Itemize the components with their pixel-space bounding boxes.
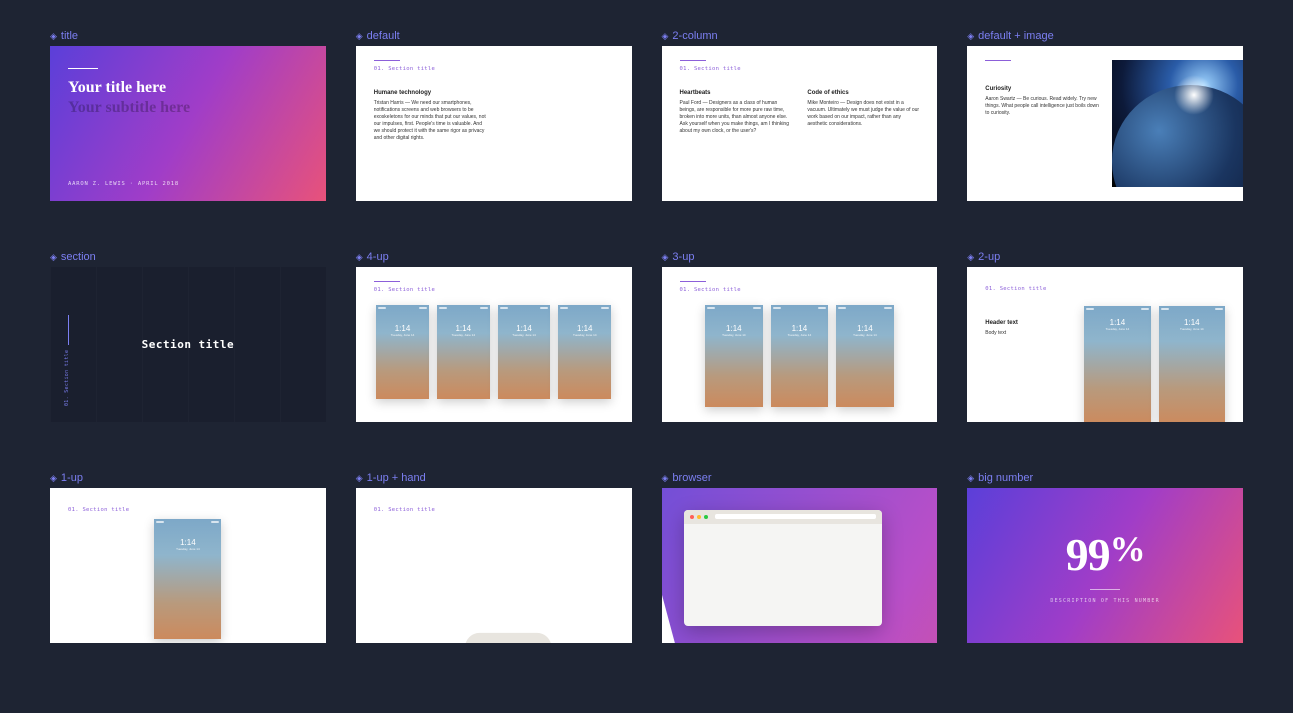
hand-wrap	[374, 513, 614, 643]
phones-row: 1:14Tuesday, June 14 1:14Tuesday, June 1…	[680, 305, 920, 412]
vert-rule	[68, 315, 69, 345]
frame-label: 3-up	[662, 251, 938, 263]
phone-screenshot: 1:14Tuesday, June 14	[154, 519, 221, 638]
section-title: 01. Section title	[680, 287, 920, 293]
frame-label: 1-up	[50, 472, 326, 484]
title-heading: Your title here	[68, 79, 308, 97]
slide-2-column[interactable]: 01. Section title Heartbeats Paul Ford —…	[662, 46, 938, 201]
url-bar	[715, 514, 877, 519]
section-title: 01. Section title	[374, 287, 614, 293]
title-subtitle: Your subtitle here	[68, 99, 308, 117]
body-block: Humane technology Tristan Harris — We ne…	[374, 90, 614, 142]
col2-body: Mike Monteiro — Design does not exist in…	[807, 100, 919, 128]
frames-grid: title Your title here Your subtitle here…	[50, 30, 1243, 643]
column-1: Heartbeats Paul Ford — Designers as a cl…	[680, 90, 792, 135]
phone-screenshot: 1:14Tuesday, June 14	[1159, 306, 1225, 422]
center-row: 1:14Tuesday, June 14	[68, 519, 308, 638]
slide-3-up[interactable]: 01. Section title 1:14Tuesday, June 14 1…	[662, 267, 938, 422]
phone-screenshot: 1:14Tuesday, June 14	[558, 305, 611, 399]
phones-row: 1:14Tuesday, June 14 1:14Tuesday, June 1…	[374, 305, 614, 412]
slide-section[interactable]: 01. Section title Section title	[50, 267, 326, 422]
title-rule	[68, 68, 98, 69]
section-accent	[374, 281, 400, 282]
frame-title[interactable]: title Your title here Your subtitle here…	[50, 30, 326, 201]
frame-default[interactable]: default 01. Section title Humane technol…	[356, 30, 632, 201]
big-number-rule	[1090, 589, 1120, 590]
traffic-light-minimize-icon	[697, 515, 701, 519]
phones-col: 1:14Tuesday, June 14 1:14Tuesday, June 1…	[1081, 306, 1225, 422]
slide-1-up[interactable]: 01. Section title 1:14Tuesday, June 14	[50, 488, 326, 643]
frame-4-up[interactable]: 4-up 01. Section title 1:14Tuesday, June…	[356, 251, 632, 422]
frame-label: section	[50, 251, 326, 263]
big-number-value: 99%	[1066, 528, 1145, 581]
text-col: Header text Body text	[985, 306, 1064, 422]
traffic-light-zoom-icon	[704, 515, 708, 519]
slide-4-up[interactable]: 01. Section title 1:14Tuesday, June 14 1…	[356, 267, 632, 422]
frame-label: default + image	[967, 30, 1243, 42]
frame-2-up[interactable]: 2-up 01. Section title Header text Body …	[967, 251, 1243, 422]
slide-browser[interactable]	[662, 488, 938, 643]
phone-screenshot: 1:14Tuesday, June 14	[498, 305, 551, 399]
frame-section[interactable]: section 01. Section title Section title	[50, 251, 326, 422]
frame-label: big number	[967, 472, 1243, 484]
big-number-desc: DESCRIPTION OF THIS NUMBER	[1050, 598, 1159, 604]
col2-heading: Code of ethics	[807, 90, 919, 96]
title-meta: AARON Z. LEWIS · APRIL 2018	[68, 181, 308, 187]
slide-big-number[interactable]: 99% DESCRIPTION OF THIS NUMBER	[967, 488, 1243, 643]
grid-lines	[50, 267, 326, 422]
frame-1-up[interactable]: 1-up 01. Section title 1:14Tuesday, June…	[50, 472, 326, 643]
column-2: Code of ethics Mike Monteiro — Design do…	[807, 90, 919, 135]
phone-screenshot: 1:14Tuesday, June 14	[771, 305, 829, 407]
phone-screenshot: 1:14Tuesday, June 14	[1084, 306, 1150, 422]
left-text-col: Curiosity Aaron Swartz — Be curious. Rea…	[985, 60, 1103, 187]
body-text: Aaron Swartz — Be curious. Read widely. …	[985, 96, 1103, 117]
slide-1-up-hand[interactable]: 01. Section title	[356, 488, 632, 643]
vert-label: 01. Section title	[64, 350, 70, 406]
frame-3-up[interactable]: 3-up 01. Section title 1:14Tuesday, June…	[662, 251, 938, 422]
phone-screenshot: 1:14Tuesday, June 14	[376, 305, 429, 399]
phone-screenshot: 1:14Tuesday, June 14	[705, 305, 763, 407]
hand-holding-phone-icon	[374, 519, 614, 643]
frame-2-column[interactable]: 2-column 01. Section title Heartbeats Pa…	[662, 30, 938, 201]
slide-title[interactable]: Your title here Your subtitle here AARON…	[50, 46, 326, 201]
section-accent	[374, 60, 400, 61]
frame-browser[interactable]: browser	[662, 472, 938, 643]
body-text: Tristan Harris — We need our smartphones…	[374, 100, 489, 142]
slide-default[interactable]: 01. Section title Humane technology Tris…	[356, 46, 632, 201]
phone-screenshot: 1:14Tuesday, June 14	[437, 305, 490, 399]
section-accent	[985, 60, 1011, 61]
header-text: Header text	[985, 320, 1064, 326]
frame-label: default	[356, 30, 632, 42]
frame-label: 4-up	[356, 251, 632, 263]
slide-2-up[interactable]: 01. Section title Header text Body text …	[967, 267, 1243, 422]
frame-label: 1-up + hand	[356, 472, 632, 484]
two-up-row: Header text Body text 1:14Tuesday, June …	[985, 306, 1225, 422]
frame-label: title	[50, 30, 326, 42]
body-heading: Humane technology	[374, 90, 614, 96]
col1-heading: Heartbeats	[680, 90, 792, 96]
frame-big-number[interactable]: big number 99% DESCRIPTION OF THIS NUMBE…	[967, 472, 1243, 643]
phone-screenshot: 1:14Tuesday, June 14	[836, 305, 894, 407]
slide-default-image[interactable]: Curiosity Aaron Swartz — Be curious. Rea…	[967, 46, 1243, 201]
earth-image	[1112, 60, 1243, 187]
title-block: Your title here Your subtitle here	[68, 68, 308, 117]
browser-window	[684, 510, 883, 626]
body-heading: Curiosity	[985, 86, 1103, 92]
frame-label: 2-up	[967, 251, 1243, 263]
section-title: 01. Section title	[68, 507, 308, 513]
frame-label: 2-column	[662, 30, 938, 42]
col1-body: Paul Ford — Designers as a class of huma…	[680, 100, 792, 135]
frame-label: browser	[662, 472, 938, 484]
section-title: 01. Section title	[374, 66, 614, 72]
browser-chrome	[684, 510, 883, 524]
body-text: Body text	[985, 330, 1064, 337]
section-accent	[680, 281, 706, 282]
frame-default-image[interactable]: default + image Curiosity Aaron Swartz —…	[967, 30, 1243, 201]
traffic-light-close-icon	[690, 515, 694, 519]
section-accent	[680, 60, 706, 61]
section-title: 01. Section title	[680, 66, 920, 72]
section-title: 01. Section title	[985, 286, 1225, 292]
two-col-row: Heartbeats Paul Ford — Designers as a cl…	[680, 90, 920, 135]
frame-1-up-hand[interactable]: 1-up + hand 01. Section title	[356, 472, 632, 643]
